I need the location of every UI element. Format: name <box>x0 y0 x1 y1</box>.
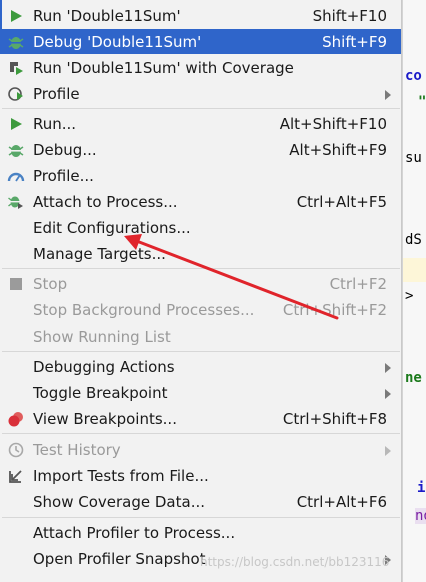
menu-item-profile[interactable]: Profile... <box>0 163 401 189</box>
menu-separator <box>2 268 400 269</box>
menu-item-show-running-list[interactable]: Show Running List <box>0 324 401 350</box>
menu-item-attach-to-process[interactable]: Attach to Process... Ctrl+Alt+F5 <box>0 189 401 215</box>
menu-item-label: Run... <box>33 115 77 133</box>
menu-item-label: Stop Background Processes... <box>33 301 255 319</box>
menu-item-label: Profile... <box>33 167 94 185</box>
test-history-icon <box>7 442 25 458</box>
menu-item-test-history[interactable]: Test History <box>0 437 401 463</box>
run-menu-popup: Run 'Double11Sum' Shift+F10 Debug 'Doubl… <box>0 0 402 582</box>
profile-icon <box>7 86 25 102</box>
menu-item-shortcut: Shift+F10 <box>312 7 387 25</box>
editor-text-fragment: no <box>415 508 426 524</box>
menu-item-shortcut: Ctrl+Shift+F8 <box>282 410 387 428</box>
menu-item-shortcut: Alt+Shift+F9 <box>289 141 387 159</box>
menu-item-shortcut: Ctrl+Shift+F2 <box>282 301 387 319</box>
menu-item-edit-configurations[interactable]: Edit Configurations... <box>0 215 401 241</box>
menu-item-label: Debug 'Double11Sum' <box>33 32 202 51</box>
menu-item-label: Debug... <box>33 141 97 159</box>
menu-item-shortcut: Ctrl+Alt+F6 <box>296 493 387 511</box>
menu-item-manage-targets[interactable]: Manage Targets... <box>0 241 401 267</box>
breakpoints-icon <box>7 411 25 427</box>
menu-item-shortcut: Ctrl+F2 <box>329 275 387 293</box>
menu-item-label: Stop <box>33 275 68 293</box>
menu-item-attach-profiler[interactable]: Attach Profiler to Process... <box>0 520 401 546</box>
menu-item-stop-background-processes[interactable]: Stop Background Processes... Ctrl+Shift+… <box>0 297 401 323</box>
menu-item-label: Run 'Double11Sum' with Coverage <box>33 59 294 77</box>
menu-item-label: Run 'Double11Sum' <box>33 7 181 25</box>
menu-item-shortcut: Shift+F9 <box>322 32 387 51</box>
menu-item-debugging-actions[interactable]: Debugging Actions <box>0 354 401 380</box>
menu-item-profile-submenu[interactable]: Profile <box>0 81 401 107</box>
stop-icon <box>7 276 25 292</box>
menu-separator <box>2 351 400 352</box>
submenu-arrow-icon <box>385 90 391 100</box>
profiler-gauge-icon <box>7 168 25 184</box>
import-tests-icon <box>7 468 25 484</box>
editor-highlight-line <box>403 258 426 282</box>
menu-item-debug[interactable]: Debug... Alt+Shift+F9 <box>0 137 401 163</box>
menu-item-view-breakpoints[interactable]: View Breakpoints... Ctrl+Shift+F8 <box>0 406 401 432</box>
menu-item-debug-config[interactable]: Debug 'Double11Sum' Shift+F9 <box>0 29 401 54</box>
menu-separator <box>2 517 400 518</box>
menu-item-label: Manage Targets... <box>33 245 166 263</box>
editor-text-fragment: ne <box>405 370 422 386</box>
menu-item-label: Test History <box>33 441 121 459</box>
debug-icon <box>7 142 25 158</box>
menu-item-label: Import Tests from File... <box>33 467 209 485</box>
menu-item-label: Show Coverage Data... <box>33 493 205 511</box>
attach-debugger-icon <box>7 194 25 210</box>
code-editor-background: co " su dS > ne i no <box>402 0 426 582</box>
editor-text-fragment: co <box>405 68 422 84</box>
menu-item-run-with-coverage[interactable]: Run 'Double11Sum' with Coverage <box>0 55 401 81</box>
editor-text-fragment: su <box>405 150 422 166</box>
editor-text-fragment: i <box>417 480 426 496</box>
run-icon <box>7 116 25 132</box>
menu-item-label: Profile <box>33 85 80 103</box>
menu-item-shortcut: Alt+Shift+F10 <box>279 115 387 133</box>
menu-item-show-coverage-data[interactable]: Show Coverage Data... Ctrl+Alt+F6 <box>0 489 401 515</box>
menu-item-run-config[interactable]: Run 'Double11Sum' Shift+F10 <box>0 3 401 29</box>
menu-item-label: Open Profiler Snapshot <box>33 550 206 568</box>
menu-item-label: Debugging Actions <box>33 358 175 376</box>
menu-item-import-tests[interactable]: Import Tests from File... <box>0 463 401 489</box>
menu-item-label: Show Running List <box>33 328 171 346</box>
submenu-arrow-icon <box>385 363 391 373</box>
menu-item-label: Attach to Process... <box>33 193 178 211</box>
menu-item-toggle-breakpoint[interactable]: Toggle Breakpoint <box>0 380 401 406</box>
coverage-icon <box>7 60 25 76</box>
submenu-arrow-icon <box>385 446 391 456</box>
menu-item-shortcut: Ctrl+Alt+F5 <box>296 193 387 211</box>
menu-separator <box>2 108 400 109</box>
menu-item-label: Edit Configurations... <box>33 219 191 237</box>
menu-item-label: Attach Profiler to Process... <box>33 524 236 542</box>
editor-text-fragment: dS <box>405 232 422 248</box>
debug-icon <box>7 34 25 50</box>
submenu-arrow-icon <box>385 389 391 399</box>
run-icon <box>7 8 25 24</box>
editor-text-fragment: > <box>405 288 414 304</box>
menu-item-run[interactable]: Run... Alt+Shift+F10 <box>0 111 401 137</box>
menu-item-stop[interactable]: Stop Ctrl+F2 <box>0 271 401 297</box>
menu-separator <box>2 433 400 434</box>
menu-item-label: Toggle Breakpoint <box>33 384 168 402</box>
editor-text-fragment: " <box>418 94 426 110</box>
watermark: https://blog.csdn.net/bb123116 <box>200 555 390 569</box>
menu-item-label: View Breakpoints... <box>33 410 177 428</box>
